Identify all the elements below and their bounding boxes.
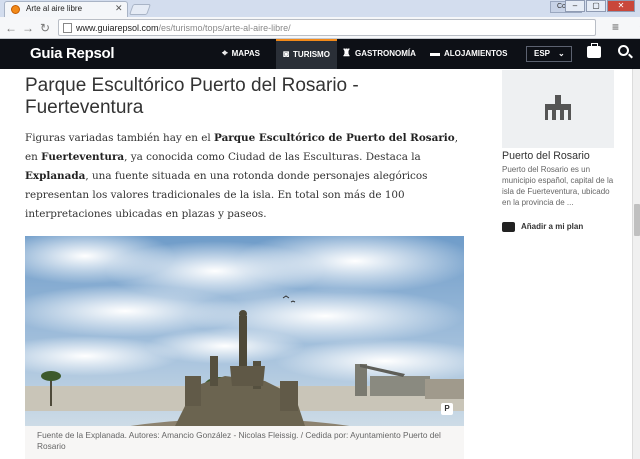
- nav-label: TURISMO: [293, 50, 330, 60]
- language-label: ESP: [534, 49, 551, 58]
- back-arrow-icon[interactable]: ←: [3, 20, 19, 36]
- close-window-button[interactable]: ✕: [607, 0, 635, 12]
- nav-label: MAPAS: [231, 49, 260, 59]
- chevron-down-icon: ⌄: [558, 49, 565, 58]
- nav-alojamientos[interactable]: ▬ ALOJAMIENTOS: [430, 39, 507, 69]
- search-icon[interactable]: [618, 45, 629, 56]
- chef-hat-icon: ♜: [342, 48, 351, 59]
- nav-label: ALOJAMIENTOS: [444, 49, 508, 59]
- body-run-bold[interactable]: Explanada: [25, 170, 85, 182]
- scroll-thumb[interactable]: [634, 204, 640, 236]
- map-pin-icon: ⌖: [222, 48, 228, 59]
- place-description: Puerto del Rosario es un municipio españ…: [502, 165, 614, 207]
- maximize-button[interactable]: ▢: [586, 0, 606, 12]
- site-favicon-icon: [11, 5, 20, 14]
- tab-title: Arte al aire libre: [26, 4, 83, 13]
- add-plan-label: Añadir a mi plan: [521, 222, 584, 231]
- browser-titlebar: Arte al aire libre ✕ Colas – ▢ ✕: [0, 0, 640, 17]
- url-text[interactable]: www.guiarepsol.com/es/turismo/tops/arte-…: [76, 23, 291, 33]
- language-selector[interactable]: ESP ⌄: [526, 46, 572, 62]
- body-run-bold[interactable]: Parque Escultórico de Puerto del Rosario: [214, 132, 455, 144]
- forward-arrow-icon[interactable]: →: [20, 20, 36, 36]
- place-title[interactable]: Puerto del Rosario: [502, 150, 590, 162]
- nav-gastronomia[interactable]: ♜ GASTRONOMÍA: [342, 39, 416, 69]
- browser-menu-icon[interactable]: ≡: [612, 20, 619, 34]
- address-bar[interactable]: www.guiarepsol.com/es/turismo/tops/arte-…: [58, 19, 640, 36]
- place-card-image[interactable]: [502, 70, 614, 148]
- photo-caption: Fuente de la Explanada. Autores: Amancio…: [37, 430, 441, 451]
- body-run: , ya conocida como Ciudad de las Escultu…: [124, 151, 421, 164]
- body-run: Figuras variadas también hay en el: [25, 132, 215, 144]
- camera-icon: ◙: [283, 49, 290, 60]
- site-header: Guia Repsol ⌖ MAPAS ◙ TURISMO ♜ GASTRONOMÍA…: [0, 39, 640, 69]
- minimize-button[interactable]: –: [565, 0, 585, 12]
- page-scrollbar[interactable]: [632, 69, 640, 459]
- add-to-plan-button[interactable]: Añadir a mi plan: [502, 221, 614, 235]
- article-body: Figuras variadas también hay en el Parqu…: [25, 129, 465, 224]
- pinterest-icon[interactable]: P: [441, 403, 453, 415]
- nav-label: GASTRONOMÍA: [354, 49, 416, 59]
- url-host: www.guiarepsol.com: [76, 23, 159, 33]
- nav-turismo[interactable]: ◙ TURISMO: [276, 39, 337, 69]
- body-run-bold[interactable]: Fuerteventura: [41, 151, 124, 163]
- body-run: , una fuente situada en una rotonda dond…: [25, 170, 428, 221]
- reload-icon[interactable]: ↻: [37, 20, 53, 36]
- bed-icon: ▬: [430, 48, 440, 59]
- browser-tab[interactable]: Arte al aire libre ✕: [4, 1, 128, 17]
- url-path: /es/turismo/tops/arte-al-aire-libre/: [158, 23, 291, 33]
- landmark-icon: [545, 95, 571, 120]
- page-content: Parque Escultórico Puerto del Rosario - …: [0, 69, 632, 459]
- site-logo[interactable]: Guia Repsol: [30, 45, 115, 62]
- page-icon: [63, 23, 72, 33]
- add-plan-icon: [502, 222, 515, 232]
- tab-close-icon[interactable]: ✕: [115, 3, 123, 14]
- nav-mapas[interactable]: ⌖ MAPAS: [222, 39, 260, 69]
- article-title: Parque Escultórico Puerto del Rosario - …: [25, 75, 359, 118]
- new-tab-button[interactable]: [128, 4, 152, 15]
- bag-icon[interactable]: [587, 43, 601, 58]
- browser-toolbar: ← → ↻ www.guiarepsol.com/es/turismo/tops…: [0, 17, 640, 39]
